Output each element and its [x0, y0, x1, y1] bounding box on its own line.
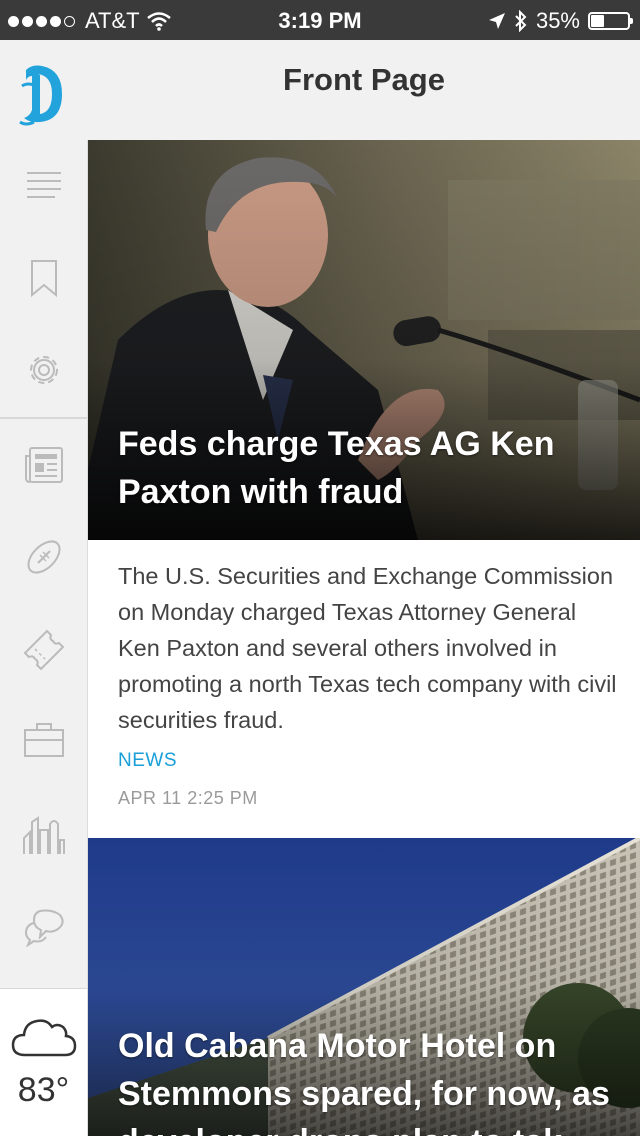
article-summary: The U.S. Securities and Exchange Commiss…: [118, 563, 617, 733]
sidebar-item-opinion[interactable]: [0, 887, 87, 967]
section-tag[interactable]: NEWS: [118, 750, 177, 772]
location-arrow-icon: [488, 13, 505, 29]
article-headline[interactable]: Old Cabana Motor Hotel on Stemmons spare…: [118, 1022, 616, 1136]
status-bar: AT&T 3:19 PM 35%: [0, 0, 640, 40]
menu-icon: [26, 172, 61, 198]
cloud-icon: [11, 1019, 77, 1057]
article-headline[interactable]: Feds charge Texas AG Ken Paxton with fra…: [118, 420, 616, 516]
sports-icon: [26, 540, 61, 574]
weather-temperature: 83°: [17, 1071, 70, 1109]
article-summary-card[interactable]: The U.S. Securities and Exchange Commiss…: [88, 540, 640, 840]
sidebar-item-business[interactable]: [0, 700, 87, 780]
page-title: Front Page: [283, 62, 445, 97]
battery-percent: 35%: [535, 8, 580, 33]
battery-level: [591, 15, 605, 27]
dallas-news-logo[interactable]: [18, 62, 66, 128]
sidebar: [0, 140, 88, 1136]
article-feed[interactable]: Feds charge Texas AG Ken Paxton with fra…: [88, 140, 640, 1136]
status-right: 35%: [488, 8, 633, 34]
news-icon: [24, 447, 63, 483]
sidebar-item-entertainment[interactable]: [0, 610, 87, 690]
menu-button[interactable]: [0, 145, 87, 225]
bluetooth-icon: [515, 10, 527, 32]
sidebar-item-news[interactable]: [0, 425, 87, 505]
sidebar-item-metro[interactable]: [0, 795, 87, 875]
settings-icon: [29, 356, 58, 384]
sidebar-divider: [0, 417, 87, 419]
bookmark-icon: [30, 260, 57, 297]
ticket-icon: [23, 629, 64, 671]
sidebar-item-sports[interactable]: [0, 517, 87, 597]
weather-widget[interactable]: 83°: [0, 988, 87, 1137]
city-icon: [22, 816, 65, 854]
article-card-cabana[interactable]: Old Cabana Motor Hotel on Stemmons spare…: [88, 838, 640, 1136]
opinion-icon: [24, 909, 64, 947]
article-timestamp: APR 11 2:25 PM: [118, 788, 258, 808]
bookmarks-button[interactable]: [0, 238, 87, 318]
app-header: Front Page: [0, 40, 640, 140]
business-icon: [23, 723, 64, 757]
article-card-paxton[interactable]: Feds charge Texas AG Ken Paxton with fra…: [88, 140, 640, 540]
settings-button[interactable]: [0, 330, 87, 410]
battery-icon: [588, 12, 633, 30]
